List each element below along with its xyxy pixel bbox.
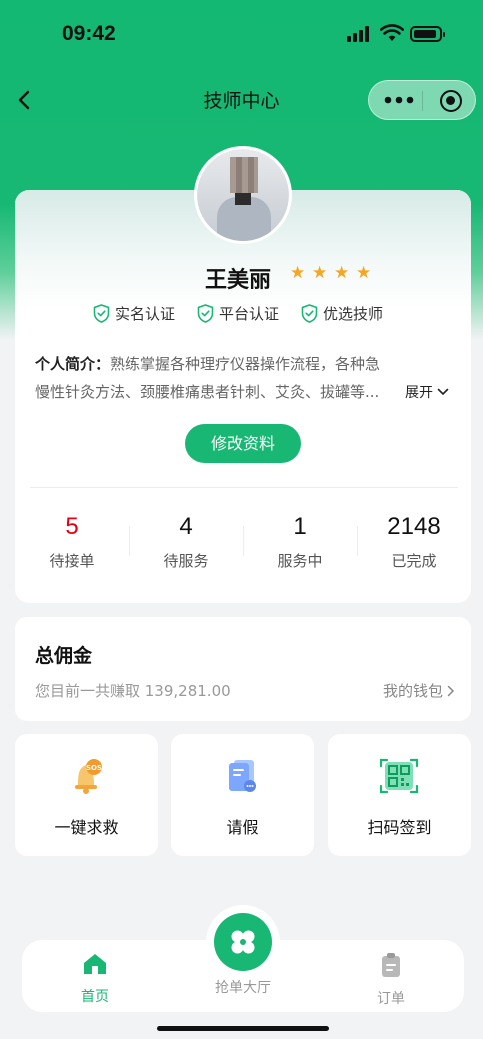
- shield-check-icon: [93, 304, 110, 323]
- stat-label: 已完成: [391, 552, 437, 570]
- tab-orders[interactable]: 订单: [346, 952, 436, 1008]
- my-wallet-link[interactable]: 我的钱包: [383, 680, 455, 701]
- avatar-neck: [235, 193, 251, 205]
- stat-value: 2148: [387, 513, 441, 540]
- star-icon: ★: [356, 263, 372, 283]
- tab-home[interactable]: 首页: [50, 952, 140, 1006]
- commission-title: 总佣金: [35, 645, 93, 667]
- star-icon: ★: [290, 263, 306, 283]
- sos-bell-icon: SOS: [75, 759, 102, 794]
- avatar[interactable]: [194, 146, 292, 244]
- shield-check-icon: [301, 304, 318, 323]
- cert-preferred: 优选技师: [301, 303, 383, 324]
- stat-value: 4: [179, 513, 193, 540]
- tab-label: 订单: [377, 991, 405, 1007]
- cert-real-name: 实名认证: [93, 303, 175, 324]
- home-indicator: [157, 1026, 329, 1031]
- divider: [30, 487, 458, 488]
- cert-platform: 平台认证: [197, 303, 279, 324]
- stat-pending-accept[interactable]: 5 待接单: [15, 510, 129, 580]
- action-sos[interactable]: SOS 一键求救: [15, 734, 158, 856]
- intro-label: 个人简介：: [35, 355, 111, 373]
- action-label: 一键求救: [54, 818, 119, 837]
- expand-intro-button[interactable]: 展开: [405, 382, 449, 402]
- stat-completed[interactable]: 2148 已完成: [357, 510, 471, 580]
- status-time: 09:42: [62, 22, 116, 45]
- cert-label: 平台认证: [219, 305, 280, 323]
- signal-icon: [347, 26, 373, 42]
- commission-amount: 您目前一共赚取 139,281.00: [35, 682, 231, 700]
- more-dots-icon[interactable]: [383, 93, 415, 107]
- order-stats: 5 待接单 4 待服务 1 服务中 2148 已完成: [15, 510, 471, 580]
- stat-label: 待服务: [163, 552, 209, 570]
- home-icon: [84, 954, 106, 974]
- close-target-icon[interactable]: [440, 90, 462, 112]
- wifi-icon: [380, 24, 404, 41]
- stat-value: 5: [65, 513, 79, 540]
- wallet-label: 我的钱包: [382, 682, 443, 700]
- avatar-face-blurred: [230, 157, 258, 193]
- tab-grab-hall-label[interactable]: 抢单大厅: [198, 977, 288, 997]
- cert-label: 优选技师: [323, 305, 384, 323]
- grab-order-button[interactable]: [214, 913, 272, 971]
- svg-text:SOS: SOS: [86, 764, 102, 772]
- leave-document-icon: [229, 760, 256, 792]
- stat-in-service[interactable]: 1 服务中: [243, 510, 357, 580]
- qr-scan-icon: [379, 758, 419, 794]
- technician-name: 王美丽: [205, 268, 272, 293]
- edit-profile-button[interactable]: 修改资料: [185, 424, 301, 463]
- action-scan-checkin[interactable]: 扫码签到: [328, 734, 471, 856]
- chevron-down-icon: [437, 388, 449, 396]
- avatar-photo: [197, 149, 289, 241]
- status-bar: 09:42: [0, 0, 483, 70]
- commission-card: 总佣金 您目前一共赚取 139,281.00 我的钱包: [15, 617, 471, 721]
- battery-icon: [410, 26, 445, 42]
- tab-label: 首页: [81, 989, 109, 1005]
- action-label: 扫码签到: [367, 818, 432, 837]
- stat-value: 1: [293, 513, 307, 540]
- rating-stars: ★ ★ ★ ★: [290, 265, 373, 283]
- stat-label: 待接单: [49, 552, 95, 570]
- personal-intro: 个人简介：熟练掌握各种理疗仪器操作流程，各种急慢性针灸方法、颈腰椎痛患者针刺、艾…: [35, 350, 455, 406]
- shield-check-icon: [197, 304, 214, 323]
- star-icon: ★: [312, 263, 328, 283]
- capsule-divider: [422, 91, 423, 111]
- clipboard-icon: [382, 953, 400, 977]
- chevron-right-icon: [447, 685, 455, 696]
- clover-icon: [231, 930, 255, 954]
- action-leave[interactable]: 请假: [171, 734, 314, 856]
- star-icon: ★: [334, 263, 350, 283]
- mini-program-capsule: [368, 80, 476, 120]
- certification-list: 实名认证 平台认证 优选技师: [93, 303, 405, 324]
- stat-label: 服务中: [277, 552, 323, 570]
- expand-label: 展开: [405, 385, 433, 401]
- cert-label: 实名认证: [115, 305, 176, 323]
- stat-pending-service[interactable]: 4 待服务: [129, 510, 243, 580]
- action-label: 请假: [226, 818, 259, 837]
